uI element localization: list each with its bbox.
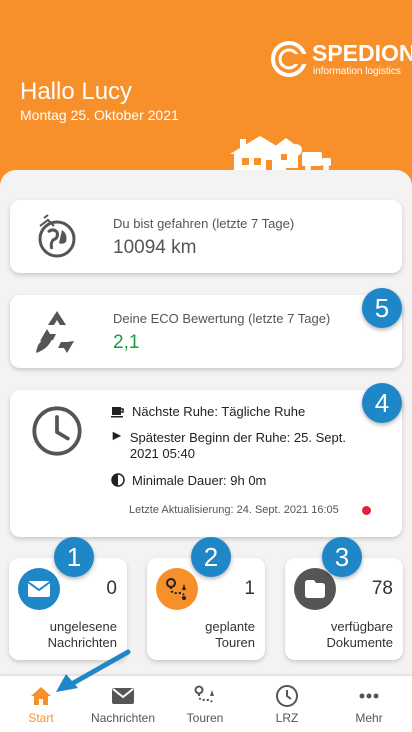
eco-label: Deine ECO Bewertung (letzte 7 Tage)	[113, 311, 331, 326]
nav-lrz[interactable]: LRZ	[246, 676, 328, 732]
callout-badge-5: 5	[362, 288, 402, 328]
distance-value: 10094 km	[113, 237, 197, 258]
nav-more-label: Mehr	[355, 711, 383, 725]
min-duration-text: Minimale Dauer: 9h 0m	[132, 473, 267, 488]
messages-label-line1: ungelesene	[49, 619, 117, 634]
globe-road-icon	[38, 214, 76, 258]
more-icon	[359, 693, 379, 699]
nav-messages-label: Nachrichten	[90, 711, 156, 725]
logo-brand: SPEDION	[312, 40, 412, 66]
next-rest-text: Nächste Ruhe: Tägliche Ruhe	[132, 404, 306, 419]
eco-value: 2,1	[113, 332, 140, 353]
tours-label: geplante Touren	[205, 619, 255, 651]
home-icon	[31, 687, 51, 705]
recycle-leaf-icon	[36, 311, 74, 353]
documents-label-line2: Dokumente	[326, 635, 393, 650]
planned-tours-count: 1	[244, 578, 255, 599]
status-dot	[362, 506, 371, 515]
nav-tours-label: Touren	[186, 711, 224, 725]
rest-card[interactable]: Nächste Ruhe: Tägliche Ruhe Spätester Be…	[10, 390, 402, 537]
callout-badge-4: 4	[362, 383, 402, 423]
nav-lrz-label: LRZ	[275, 711, 299, 725]
callout-badge-2: 2	[191, 537, 231, 577]
latest-start-row: Spätester Beginn der Ruhe: 25. Sept. 202…	[111, 430, 371, 462]
logo-subtitle: information logistics	[313, 66, 401, 77]
callout-badge-1: 1	[54, 537, 94, 577]
coffee-icon	[111, 407, 124, 418]
house-truck-illustration	[226, 136, 336, 174]
clock-icon	[32, 406, 82, 456]
route-icon	[194, 685, 214, 705]
clock-icon	[276, 685, 298, 707]
documents-label: verfügbare Dokumente	[327, 619, 393, 651]
nav-start-label: Start	[28, 711, 54, 725]
latest-start-text: Spätester Beginn der Ruhe: 25. Sept. 202…	[129, 430, 346, 461]
unread-count: 0	[106, 578, 117, 599]
logo-icon	[271, 41, 308, 77]
route-icon	[156, 568, 198, 610]
greeting: Hallo Lucy	[20, 78, 133, 105]
tours-label-line1: geplante	[205, 619, 255, 634]
current-date: Montag 25. Oktober 2021	[20, 107, 179, 123]
min-duration-row: Minimale Dauer: 9h 0m	[111, 473, 266, 489]
eco-card[interactable]: Deine ECO Bewertung (letzte 7 Tage) 2,1	[10, 295, 402, 368]
half-circle-icon	[111, 473, 125, 487]
nav-tours[interactable]: Touren	[164, 676, 246, 732]
next-rest-row: Nächste Ruhe: Tägliche Ruhe	[111, 404, 305, 420]
annotation-arrow	[56, 649, 131, 692]
document-icon	[294, 568, 336, 610]
header: SPEDION information logistics Hallo Lucy…	[0, 0, 412, 190]
distance-label: Du bist gefahren (letzte 7 Tage)	[113, 216, 295, 231]
tours-label-line2: Touren	[215, 635, 255, 650]
callout-badge-3: 3	[322, 537, 362, 577]
last-updated: Letzte Aktualisierung: 24. Sept. 2021 16…	[129, 504, 339, 516]
documents-count: 78	[371, 578, 393, 599]
spedion-logo: SPEDION information logistics	[270, 38, 412, 78]
mail-icon	[18, 568, 60, 610]
nav-more[interactable]: Mehr	[328, 676, 410, 732]
distance-card[interactable]: Du bist gefahren (letzte 7 Tage) 10094 k…	[10, 200, 402, 273]
documents-label-line1: verfügbare	[330, 619, 393, 634]
play-icon	[112, 431, 122, 441]
